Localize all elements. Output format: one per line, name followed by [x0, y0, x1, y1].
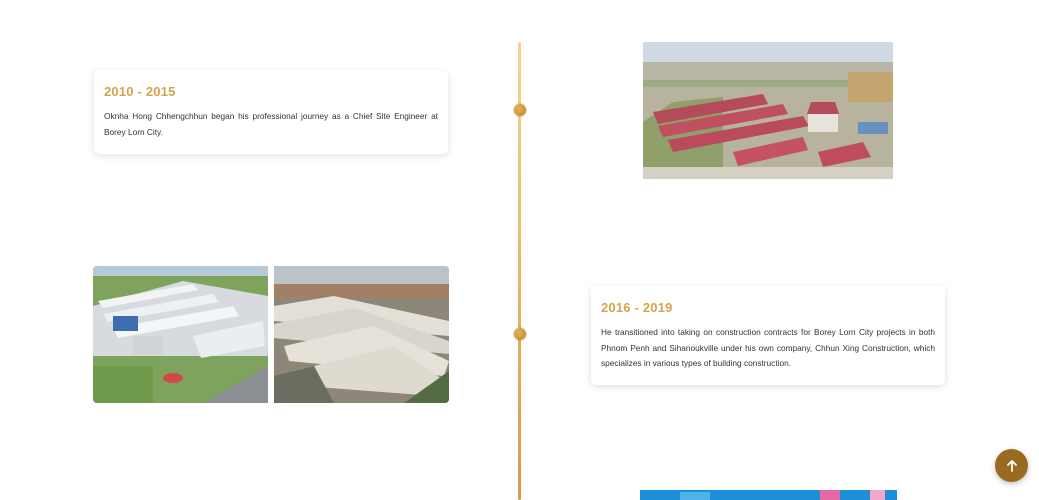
- timeline-years: 2010 - 2015: [104, 84, 176, 99]
- timeline-description: He transitioned into taking on construct…: [601, 327, 935, 368]
- scroll-to-top-button[interactable]: [995, 449, 1028, 482]
- arrow-up-icon: [1006, 459, 1017, 472]
- aerial-photo-borey-project-1: [93, 266, 268, 403]
- timeline-card-2016-2019: 2016 - 2019 He transitioned into taking …: [591, 286, 945, 385]
- timeline-dot: [514, 104, 526, 116]
- aerial-photo-borey-lorn-city: [643, 42, 893, 179]
- event-photo: [640, 490, 897, 500]
- timeline-card-2010-2015: 2010 - 2015 Oknha Hong Chhengchhun began…: [94, 70, 448, 154]
- timeline-description: Oknha Hong Chhengchhun began his profess…: [104, 111, 438, 137]
- timeline-dot: [514, 328, 526, 340]
- aerial-photo-borey-project-2: [274, 266, 449, 403]
- timeline-years: 2016 - 2019: [601, 300, 673, 315]
